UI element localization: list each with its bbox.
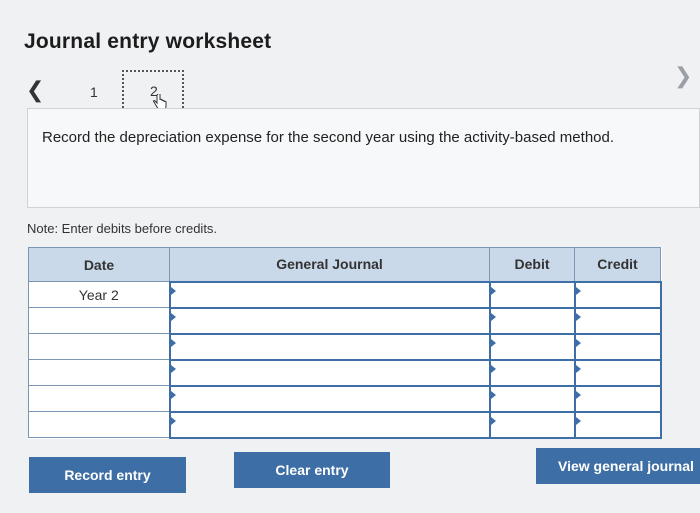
table-row: Year 2 [28,280,662,309]
date-cell [28,307,170,334]
step-1-tab[interactable]: 1 [90,84,98,100]
note-text: Note: Enter debits before credits. [27,221,218,236]
debit-input[interactable] [488,384,576,413]
general-journal-header: General Journal [169,247,490,282]
account-select[interactable] [168,306,491,335]
debit-input[interactable] [488,358,576,387]
table-row [28,410,662,439]
debit-input[interactable] [488,280,576,309]
chevron-right-icon[interactable]: ❯ [674,64,696,88]
debit-input[interactable] [488,306,576,335]
table-row [28,332,662,361]
date-cell [28,333,170,360]
credit-input[interactable] [573,410,662,439]
debit-input[interactable] [488,410,576,439]
date-cell [28,411,170,438]
credit-input[interactable] [573,384,662,413]
debit-header: Debit [489,247,575,282]
chevron-left-icon[interactable]: ❮ [26,78,46,102]
table-row [28,384,662,413]
journal-table: Date General Journal Debit Credit Year 2 [28,247,662,439]
view-general-journal-button[interactable]: View general journal [536,448,700,484]
credit-input[interactable] [573,306,662,335]
table-row [28,358,662,387]
table-row [28,306,662,335]
date-cell [28,385,170,412]
account-select[interactable] [168,280,491,309]
instruction-panel: Record the depreciation expense for the … [27,108,700,208]
account-select[interactable] [168,410,491,439]
instruction-text: Record the depreciation expense for the … [42,129,615,146]
date-cell [28,359,170,386]
account-select[interactable] [168,384,491,413]
credit-header: Credit [574,247,661,282]
account-select[interactable] [168,332,491,361]
debit-input[interactable] [488,332,576,361]
account-select[interactable] [168,358,491,387]
clear-entry-button[interactable]: Clear entry [234,452,390,488]
record-entry-button[interactable]: Record entry [29,457,186,493]
credit-input[interactable] [573,358,662,387]
date-header: Date [28,247,170,282]
credit-input[interactable] [573,280,662,309]
date-cell: Year 2 [28,281,170,308]
credit-input[interactable] [573,332,662,361]
page-title: Journal entry worksheet [24,30,272,53]
